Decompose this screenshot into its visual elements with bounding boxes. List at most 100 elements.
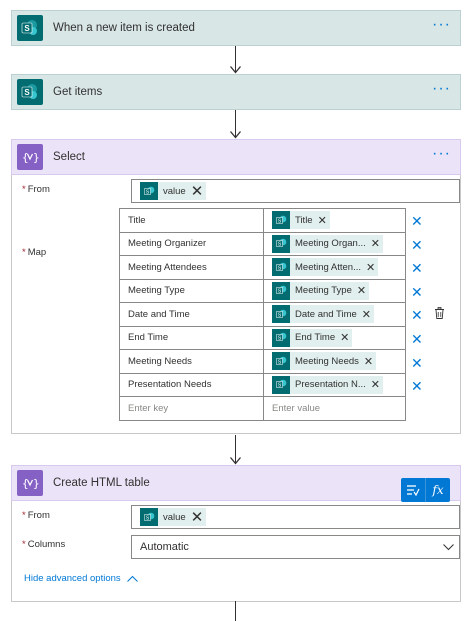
delete-row-icon[interactable]: ✕ (411, 261, 423, 275)
create-html-body: * From S value ✕ * Columns Automatic (11, 501, 461, 602)
token-label: Date and Time (295, 308, 357, 320)
remove-token-icon[interactable]: ✕ (357, 284, 366, 297)
map-value-cell[interactable]: S Date and Time ✕ (263, 302, 406, 327)
svg-text:{: { (22, 151, 29, 164)
delete-row-icon[interactable]: ✕ (411, 332, 423, 346)
map-value-token[interactable]: S End Time ✕ (272, 328, 353, 347)
remove-token-icon[interactable]: ✕ (191, 182, 204, 200)
svg-text:S: S (24, 88, 30, 97)
select-header[interactable]: {} Select ··· (11, 139, 461, 175)
hide-advanced-options-link[interactable]: Hide advanced options (24, 573, 139, 584)
remove-token-icon[interactable]: ✕ (371, 237, 380, 250)
map-row: Meeting Needs S Meeting Needs ✕ (119, 349, 406, 374)
delete-row-icon[interactable]: ✕ (411, 356, 423, 370)
data-operation-icon: {} (17, 470, 43, 496)
map-value-cell[interactable]: S Title ✕ (263, 208, 406, 233)
map-label: * Map (22, 247, 47, 258)
dynamic-content-button[interactable] (401, 478, 426, 502)
token-label: value (163, 511, 186, 523)
get-items-card[interactable]: S Get items ··· (11, 74, 461, 110)
remove-token-icon[interactable]: ✕ (340, 331, 349, 344)
map-row: Title S Title ✕ (119, 208, 406, 233)
remove-token-icon[interactable]: ✕ (371, 378, 380, 391)
sharepoint-token-icon: S (272, 328, 290, 347)
delete-row-icon[interactable]: ✕ (411, 379, 423, 393)
from-input[interactable]: S value ✕ (131, 505, 460, 529)
remove-token-icon[interactable]: ✕ (362, 308, 371, 321)
create-html-header[interactable]: {} Create HTML table (11, 465, 461, 501)
connector-arrow-icon (230, 457, 241, 465)
sharepoint-token-icon: S (272, 281, 290, 300)
svg-text:S: S (24, 24, 30, 33)
map-value-cell[interactable]: S Meeting Organ... ✕ (263, 231, 406, 256)
token-label: Meeting Atten... (295, 261, 362, 273)
map-value-cell[interactable]: S Meeting Atten... ✕ (263, 255, 406, 280)
enter-value-input[interactable]: Enter value (263, 396, 406, 421)
columns-value: Automatic (140, 541, 189, 553)
map-value-token[interactable]: S Meeting Needs ✕ (272, 352, 377, 371)
map-table: Title S Title ✕ Meeting Organizer S Meeting Or… (119, 208, 406, 421)
trigger-card[interactable]: S When a new item is created ··· (11, 10, 461, 46)
get-items-menu-button[interactable]: ··· (432, 81, 451, 97)
map-value-cell[interactable]: S Presentation N... ✕ (263, 372, 406, 397)
map-value-cell[interactable]: S End Time ✕ (263, 325, 406, 350)
map-row: Date and Time S Date and Time ✕ (119, 302, 406, 327)
map-key-cell[interactable]: Meeting Type (119, 278, 264, 303)
trigger-menu-button[interactable]: ··· (432, 17, 451, 33)
columns-dropdown[interactable]: Automatic (131, 535, 460, 559)
value-token[interactable]: S value ✕ (140, 182, 207, 200)
map-key-cell[interactable]: Title (119, 208, 264, 233)
delete-row-icon[interactable]: ✕ (411, 308, 423, 322)
map-value-token[interactable]: S Title ✕ (272, 211, 330, 230)
delete-row-icon[interactable]: ✕ (411, 238, 423, 252)
map-value-token[interactable]: S Meeting Type ✕ (272, 281, 370, 300)
map-value-token[interactable]: S Meeting Organ... ✕ (272, 234, 383, 253)
get-items-title: Get items (53, 86, 103, 98)
map-value-token[interactable]: S Meeting Atten... ✕ (272, 258, 379, 277)
map-value-cell[interactable]: S Meeting Needs ✕ (263, 349, 406, 374)
sharepoint-token-icon: S (140, 508, 158, 526)
svg-text:{: { (22, 477, 29, 490)
data-operation-icon: {} (17, 144, 43, 170)
remove-token-icon[interactable]: ✕ (318, 214, 327, 227)
map-row: Meeting Type S Meeting Type ✕ (119, 278, 406, 303)
map-row: End Time S End Time ✕ (119, 325, 406, 350)
value-token[interactable]: S value ✕ (140, 508, 207, 526)
from-input[interactable]: S value ✕ (131, 179, 460, 203)
map-value-token[interactable]: S Presentation N... ✕ (272, 375, 383, 394)
trash-icon[interactable] (434, 307, 445, 322)
token-label: End Time (295, 332, 336, 344)
token-label: Title (295, 214, 313, 226)
map-value-cell[interactable]: S Meeting Type ✕ (263, 278, 406, 303)
enter-key-input[interactable]: Enter key (119, 396, 264, 421)
map-key-cell[interactable]: Presentation Needs (119, 372, 264, 397)
dynamic-content-icon (407, 485, 420, 496)
get-items-header[interactable]: S Get items ··· (11, 74, 461, 110)
expression-button[interactable]: fx (426, 478, 450, 502)
map-row-empty: Enter key Enter value (119, 396, 406, 421)
trigger-header[interactable]: S When a new item is created ··· (11, 10, 461, 46)
from-label: * From (22, 184, 50, 195)
map-value-token[interactable]: S Date and Time ✕ (272, 305, 375, 324)
map-key-cell[interactable]: Meeting Attendees (119, 255, 264, 280)
svg-text:}: } (33, 477, 39, 490)
map-key-cell[interactable]: End Time (119, 325, 264, 350)
sharepoint-token-icon: S (272, 211, 290, 230)
delete-row-icon[interactable]: ✕ (411, 285, 423, 299)
sharepoint-token-icon: S (272, 375, 290, 394)
remove-token-icon[interactable]: ✕ (366, 261, 375, 274)
fx-icon: fx (432, 483, 444, 497)
chevron-down-icon (443, 544, 454, 551)
token-label: Meeting Needs (295, 355, 359, 367)
remove-token-icon[interactable]: ✕ (364, 355, 373, 368)
token-label: Meeting Type (295, 285, 352, 297)
map-key-cell[interactable]: Meeting Organizer (119, 231, 264, 256)
map-key-cell[interactable]: Date and Time (119, 302, 264, 327)
connector-arrow-icon (230, 66, 241, 74)
remove-token-icon[interactable]: ✕ (191, 508, 204, 526)
token-label: Meeting Organ... (295, 238, 366, 250)
delete-row-icon[interactable]: ✕ (411, 214, 423, 228)
map-key-cell[interactable]: Meeting Needs (119, 349, 264, 374)
connector-arrow-icon (230, 131, 241, 139)
select-menu-button[interactable]: ··· (432, 146, 451, 162)
